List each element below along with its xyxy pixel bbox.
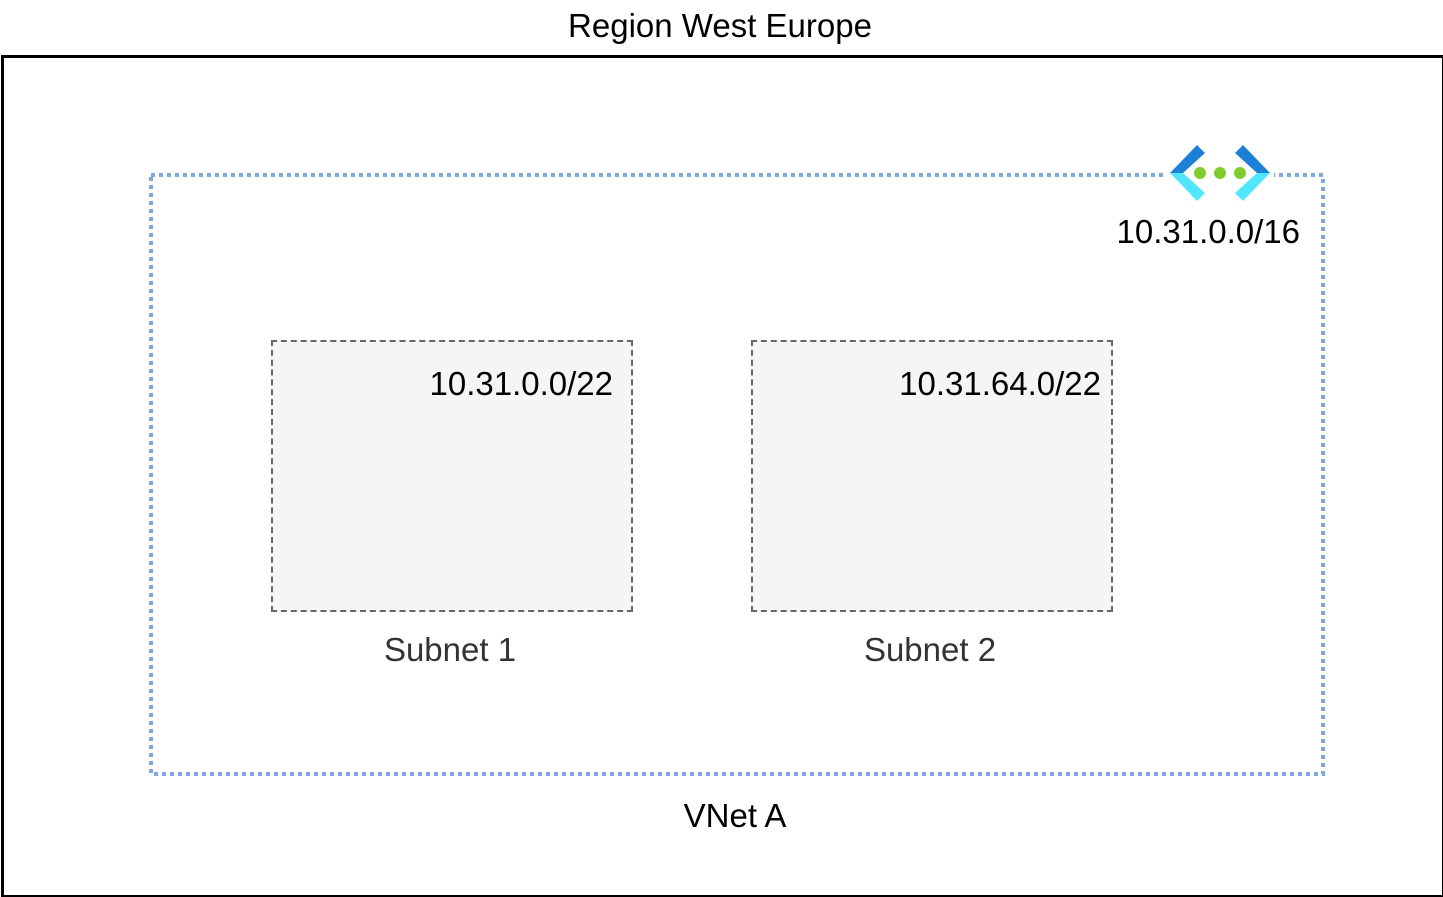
subnet-1-address-range: 10.31.0.0/22 (429, 365, 614, 402)
subnet-2-label: Subnet 2 (863, 631, 997, 668)
subnet-1-label: Subnet 1 (383, 631, 517, 668)
vnet-address-space: 10.31.0.0/16 (1116, 213, 1301, 250)
subnet-1-box: 10.31.0.0/22 (271, 340, 633, 612)
diagram-canvas: Region West Europe 10.31.0.0/16 10.31.0.… (0, 0, 1443, 897)
vnet-layer (149, 140, 1325, 776)
virtual-network-icon (1166, 140, 1274, 208)
subnet-2-address-range: 10.31.64.0/22 (899, 365, 1101, 402)
vnet-name: VNet A (683, 797, 787, 834)
subnet-2-box: 10.31.64.0/22 (751, 340, 1113, 612)
